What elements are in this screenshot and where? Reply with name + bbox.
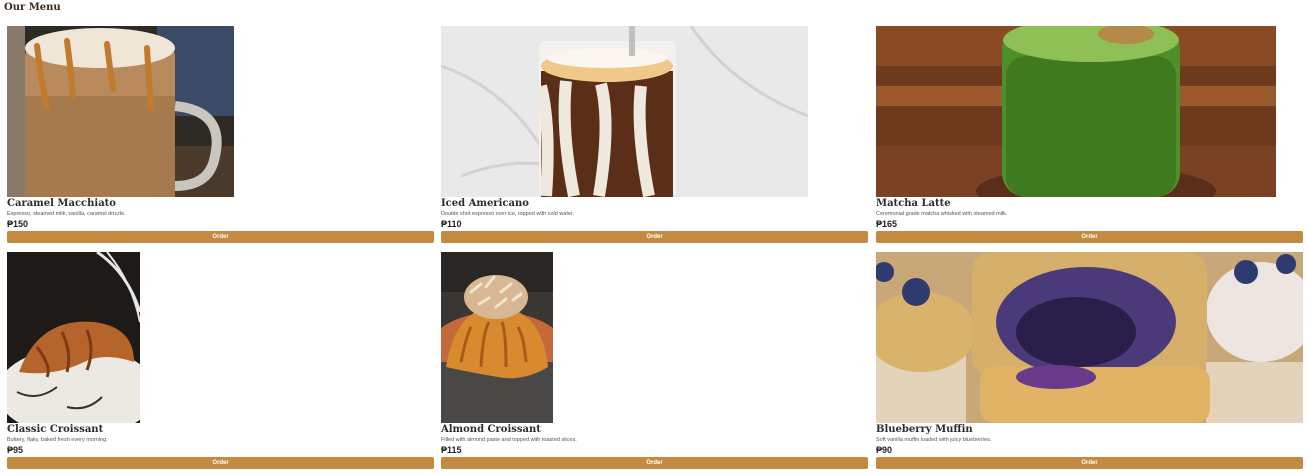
item-price: ₱95 (7, 445, 24, 455)
order-button[interactable]: Order (7, 457, 434, 469)
item-price: ₱165 (876, 219, 898, 229)
order-button[interactable]: Order (441, 457, 868, 469)
item-description: Filled with almond paste and topped with… (441, 437, 577, 443)
menu-item-caramel-macchiato: Caramel Macchiato Espresso, steamed milk… (7, 26, 434, 243)
item-description: Ceremonial grade matcha whisked with ste… (876, 211, 1008, 217)
item-name: Classic Croissant (7, 424, 104, 435)
item-description: Espresso, steamed milk, vanilla, caramel… (7, 211, 126, 217)
menu-item-classic-croissant: Classic Croissant Buttery, flaky, baked … (7, 252, 434, 469)
menu-item-blueberry-muffin: Blueberry Muffin Soft vanilla muffin loa… (876, 252, 1303, 469)
caramel-macchiato-image (7, 26, 234, 197)
item-description: Double shot espresso over ice, topped wi… (441, 211, 574, 217)
page-title: Our Menu (4, 2, 61, 13)
item-name: Almond Croissant (441, 424, 541, 435)
iced-americano-image (441, 26, 808, 197)
item-description: Buttery, flaky, baked fresh every mornin… (7, 437, 108, 443)
menu-item-matcha-latte: Matcha Latte Ceremonial grade matcha whi… (876, 26, 1303, 243)
item-price: ₱115 (441, 445, 462, 455)
item-price: ₱150 (7, 219, 29, 229)
item-name: Caramel Macchiato (7, 198, 116, 209)
order-button[interactable]: Order (876, 457, 1303, 469)
blueberry-muffin-image (876, 252, 1303, 423)
matcha-latte-image (876, 26, 1276, 197)
item-description: Soft vanilla muffin loaded with juicy bl… (876, 437, 992, 443)
order-button[interactable]: Order (7, 231, 434, 243)
item-name: Blueberry Muffin (876, 424, 973, 435)
menu-item-iced-americano: Iced Americano Double shot espresso over… (441, 26, 868, 243)
item-price: ₱90 (876, 445, 893, 455)
classic-croissant-image (7, 252, 140, 423)
order-button[interactable]: Order (441, 231, 868, 243)
order-button[interactable]: Order (876, 231, 1303, 243)
item-name: Matcha Latte (876, 198, 951, 209)
almond-croissant-image (441, 252, 553, 423)
item-price: ₱110 (441, 219, 462, 229)
item-name: Iced Americano (441, 198, 529, 209)
menu-item-almond-croissant: Almond Croissant Filled with almond past… (441, 252, 868, 469)
